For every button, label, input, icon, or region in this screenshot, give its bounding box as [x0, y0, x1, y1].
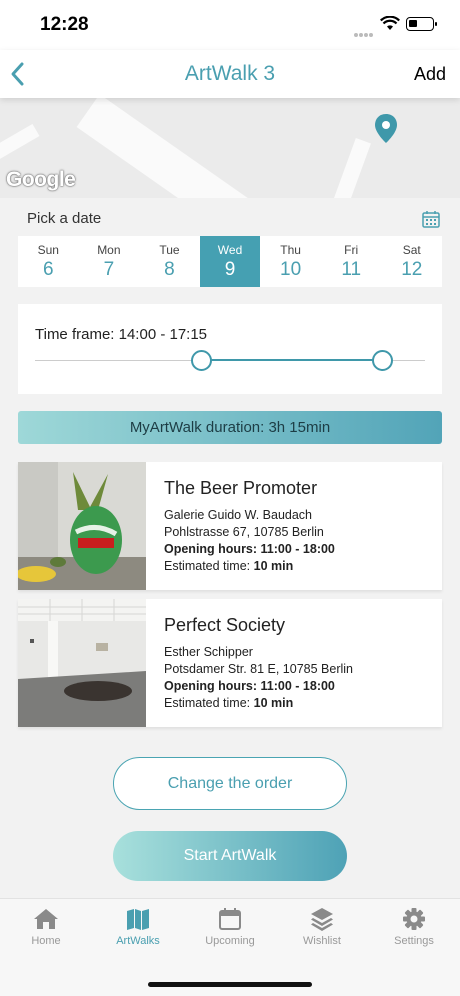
status-time: 12:28	[40, 14, 89, 35]
day-name: Sun	[37, 243, 59, 257]
day-sun[interactable]: Sun 6	[18, 236, 79, 287]
duration-banner: MyArtWalk duration: 3h 15min	[18, 411, 442, 444]
map-icon	[127, 909, 149, 930]
navigation-bar: ArtWalk 3 Add	[0, 50, 460, 98]
day-number: 7	[103, 259, 115, 280]
day-number: 8	[164, 259, 175, 280]
pick-date-label: Pick a date	[27, 210, 102, 227]
day-mon[interactable]: Mon 7	[79, 236, 140, 287]
page-title: ArtWalk 3	[184, 62, 276, 85]
home-icon	[34, 909, 58, 929]
tab-label: Upcoming	[205, 935, 255, 947]
map-road	[325, 137, 371, 198]
estimated-time-label: Estimated time:	[164, 696, 254, 710]
wifi-icon	[380, 16, 400, 30]
estimated-time-value: 10 min	[253, 696, 294, 710]
calendar-icon	[219, 908, 241, 930]
slider-end-handle[interactable]	[372, 350, 393, 371]
gallery-address: Pohlstrasse 67, 10785 Berlin	[164, 525, 324, 539]
opening-hours: Opening hours: 11:00 - 18:00	[164, 542, 335, 556]
artwork-title: Perfect Society	[164, 615, 286, 635]
estimated-time: Estimated time: 10 min	[164, 558, 434, 575]
opening-hours: Opening hours: 11:00 - 18:00	[164, 679, 335, 693]
artwork-thumbnail	[18, 599, 146, 727]
day-number: 6	[43, 259, 54, 280]
date-strip: Sun 6 Mon 7 Tue 8 Wed 9 Thu 10 Fri 11 Sa…	[18, 236, 442, 287]
day-wed-selected[interactable]: Wed 9	[199, 236, 261, 287]
slider-start-handle[interactable]	[191, 350, 212, 371]
gear-icon	[403, 908, 425, 930]
artwork-thumbnail	[18, 462, 146, 590]
gallery-name: Galerie Guido W. Baudach	[164, 508, 312, 522]
day-name: Thu	[280, 243, 301, 257]
gallery-address: Potsdamer Str. 81 E, 10785 Berlin	[164, 662, 353, 676]
day-sat[interactable]: Sat 12	[381, 236, 442, 287]
map-road	[0, 123, 40, 167]
home-indicator	[148, 982, 312, 987]
time-slider-range	[202, 359, 383, 361]
estimated-time: Estimated time: 10 min	[164, 695, 434, 712]
battery-icon	[406, 17, 437, 31]
artwork-title: The Beer Promoter	[164, 478, 318, 498]
add-button[interactable]: Add	[414, 64, 446, 85]
layers-icon	[311, 908, 333, 931]
tab-label: Home	[31, 935, 61, 947]
artwork-card[interactable]: The Beer Promoter Galerie Guido W. Bauda…	[18, 462, 442, 590]
day-name: Fri	[344, 243, 359, 257]
status-bar: 12:28	[0, 0, 460, 50]
day-number: 11	[341, 259, 362, 280]
change-order-button[interactable]: Change the order	[113, 757, 347, 810]
artwork-info: The Beer Promoter Galerie Guido W. Bauda…	[164, 478, 434, 575]
day-number: 9	[224, 259, 236, 280]
day-name: Tue	[159, 243, 180, 257]
timeframe-label: Time frame: 14:00 - 17:15	[35, 326, 208, 343]
estimated-time-value: 10 min	[253, 559, 294, 573]
day-thu[interactable]: Thu 10	[260, 236, 321, 287]
tab-home[interactable]: Home	[0, 899, 92, 996]
day-name: Sat	[402, 243, 421, 257]
day-tue[interactable]: Tue 8	[139, 236, 200, 287]
calendar-icon[interactable]	[422, 210, 440, 228]
artwork-card[interactable]: Perfect Society Esther Schipper Potsdame…	[18, 599, 442, 727]
tab-settings[interactable]: Settings	[368, 899, 460, 996]
tab-label: ArtWalks	[116, 935, 160, 947]
artwork-info: Perfect Society Esther Schipper Potsdame…	[164, 615, 434, 712]
google-logo: Google	[6, 168, 76, 191]
estimated-time-label: Estimated time:	[164, 559, 254, 573]
day-number: 10	[280, 259, 302, 280]
tab-label: Settings	[394, 935, 434, 947]
day-name: Wed	[217, 243, 243, 257]
gallery-name: Esther Schipper	[164, 645, 253, 659]
location-pin-icon[interactable]	[374, 114, 398, 144]
map-view[interactable]: Google	[0, 98, 460, 198]
tab-label: Wishlist	[303, 935, 341, 947]
day-number: 12	[401, 259, 423, 280]
map-road	[76, 98, 264, 198]
timeframe-card: Time frame: 14:00 - 17:15	[18, 304, 442, 394]
day-name: Mon	[97, 243, 121, 257]
start-artwalk-button[interactable]: Start ArtWalk	[113, 831, 347, 881]
day-fri[interactable]: Fri 11	[321, 236, 382, 287]
signal-icon	[354, 24, 376, 37]
